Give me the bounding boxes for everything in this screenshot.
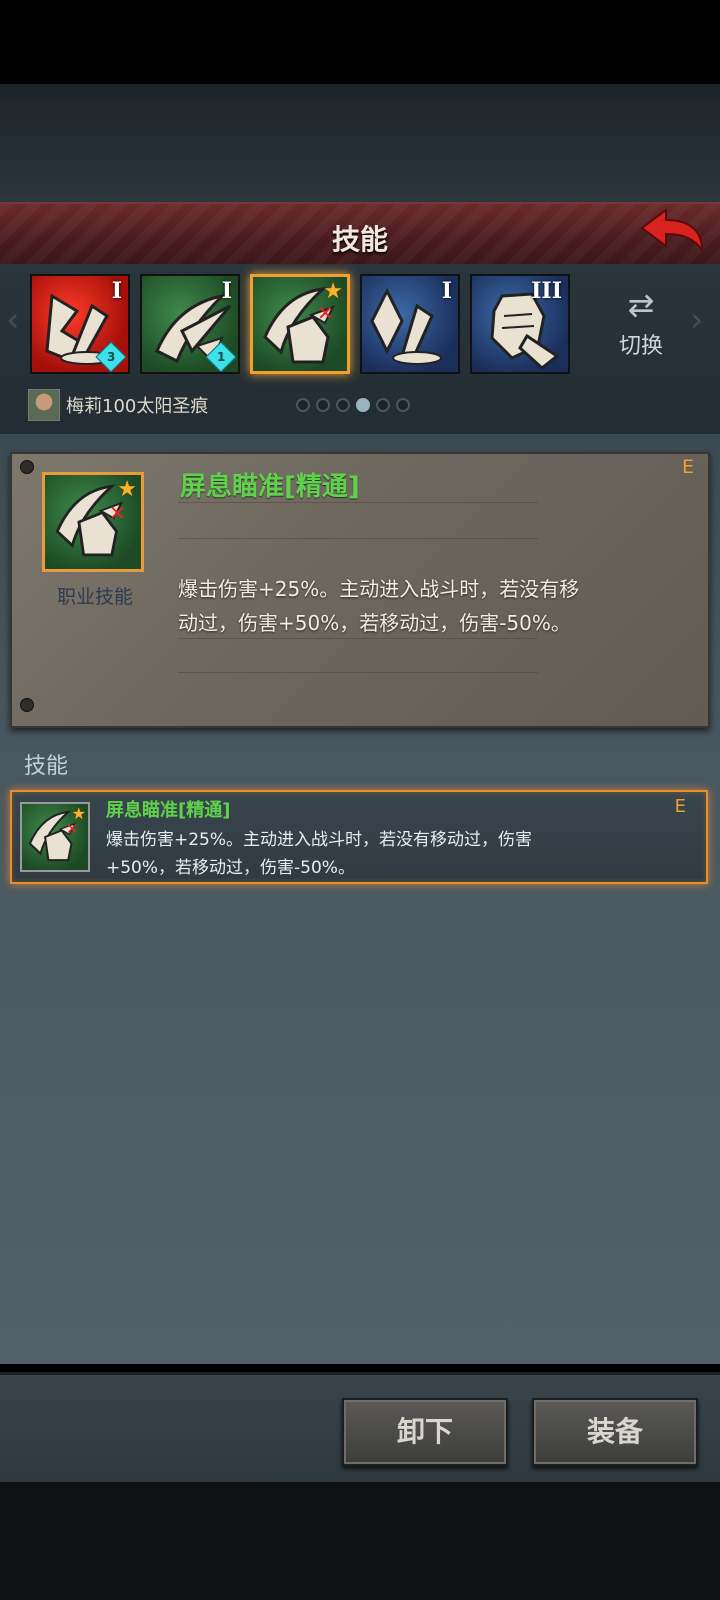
back-arrow-icon bbox=[640, 208, 704, 254]
skill-detail-card: ★ ✕ 职业技能 屏息瞄准[精通] E 爆击伤害+25%。主动进入战斗时，若没有… bbox=[10, 452, 710, 728]
description-line: 爆击伤害+25%。主动进入战斗时，若没有移 bbox=[178, 577, 580, 601]
detail-skill-icon: ★ ✕ bbox=[42, 472, 144, 572]
skill-description: 爆击伤害+25%。主动进入战斗时，若没有移 动过，伤害+50%，若移动过，伤害-… bbox=[178, 572, 658, 640]
skill-grade: E bbox=[681, 456, 694, 478]
skill-slot-2[interactable]: I 1 bbox=[140, 274, 240, 374]
skill-slot-5[interactable]: III bbox=[470, 274, 570, 374]
description-line: 动过，伤害+50%，若移动过，伤害-50%。 bbox=[178, 611, 571, 635]
divider bbox=[178, 538, 538, 539]
skill-level-roman: I bbox=[441, 278, 452, 304]
skill-list-item[interactable]: ★ ✕ 屏息瞄准[精通] E 爆击伤害+25%。主动进入战斗时，若没有移动过，伤… bbox=[10, 790, 708, 884]
bottom-background bbox=[0, 1482, 720, 1600]
page-dot[interactable] bbox=[376, 398, 390, 412]
skill-name: 屏息瞄准[精通] bbox=[180, 472, 360, 502]
page-dot[interactable] bbox=[396, 398, 410, 412]
skill-slot-4[interactable]: I bbox=[360, 274, 460, 374]
red-x-icon: ✕ bbox=[66, 820, 79, 838]
red-x-icon: ✕ bbox=[109, 501, 126, 525]
list-skill-description: 爆击伤害+25%。主动进入战斗时，若没有移动过，伤害 +50%，若移动过，伤害-… bbox=[106, 826, 576, 882]
title-bar: 技能 bbox=[0, 202, 720, 266]
rivet bbox=[20, 698, 34, 712]
page-dot[interactable] bbox=[336, 398, 350, 412]
page-title: 技能 bbox=[331, 223, 388, 256]
divider bbox=[178, 502, 538, 503]
red-x-icon: ✕ bbox=[317, 301, 334, 325]
swap-arrows-icon: ⇄ bbox=[627, 286, 655, 324]
top-background bbox=[0, 84, 720, 202]
list-skill-grade: E bbox=[674, 796, 686, 817]
skills-section-label: 技能 bbox=[24, 754, 69, 779]
description-line: +50%，若移动过，伤害-50%。 bbox=[106, 858, 355, 878]
divider bbox=[178, 672, 538, 673]
list-skill-icon: ★ ✕ bbox=[20, 802, 90, 872]
skill-type-label: 职业技能 bbox=[56, 586, 133, 608]
gem-count: 3 bbox=[106, 349, 116, 364]
right-chevron-icon[interactable]: › bbox=[690, 300, 704, 340]
skill-slot-3[interactable]: ★ ✕ bbox=[250, 274, 350, 374]
switch-label: 切换 bbox=[618, 334, 663, 359]
skill-level-roman: III bbox=[531, 278, 562, 304]
skill-slot-1[interactable]: I 3 bbox=[30, 274, 130, 374]
hero-row: 梅莉100太阳圣痕 bbox=[28, 388, 208, 422]
page-dot[interactable] bbox=[316, 398, 330, 412]
page-dot-active[interactable] bbox=[356, 398, 370, 412]
page-indicator bbox=[296, 398, 416, 412]
list-skill-name: 屏息瞄准[精通] bbox=[106, 800, 231, 821]
left-chevron-icon[interactable]: ‹ bbox=[6, 300, 20, 340]
rivet bbox=[20, 460, 34, 474]
description-line: 爆击伤害+25%。主动进入战斗时，若没有移动过，伤害 bbox=[106, 830, 533, 850]
hero-avatar[interactable] bbox=[28, 389, 60, 421]
skill-level-roman: I bbox=[221, 278, 232, 304]
star-icon: ★ bbox=[117, 477, 137, 502]
page-dot[interactable] bbox=[296, 398, 310, 412]
equip-button[interactable]: 装备 bbox=[532, 1398, 698, 1466]
unequip-button[interactable]: 卸下 bbox=[342, 1398, 508, 1466]
hero-name: 梅莉100太阳圣痕 bbox=[66, 396, 209, 417]
status-bar bbox=[0, 0, 720, 84]
skill-level-roman: I bbox=[111, 278, 122, 304]
back-button[interactable] bbox=[636, 206, 708, 258]
gem-count: 1 bbox=[216, 349, 226, 364]
switch-button[interactable]: ⇄ 切换 bbox=[608, 288, 674, 368]
